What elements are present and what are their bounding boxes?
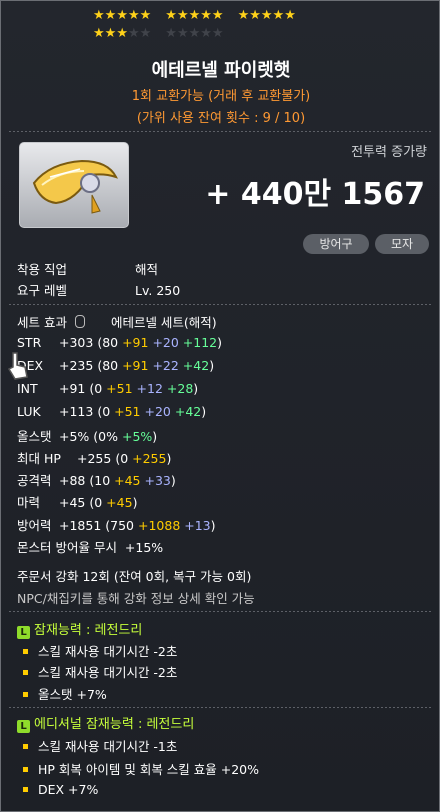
star-icon: ★ bbox=[237, 8, 250, 23]
star-icon: ★ bbox=[188, 26, 201, 41]
hand-cursor-icon bbox=[7, 352, 28, 380]
stat-row-LUK: LUK +113 (0 +51 +20 +42) bbox=[17, 404, 207, 419]
star-icon: ★ bbox=[165, 26, 177, 41]
star-force: ★★★★★ ★★★★★ ★★★★★ ★★★★★ ★★★★★ bbox=[93, 7, 310, 43]
tag-category: 방어구 bbox=[303, 234, 369, 254]
stat-row-공격력: 공격력 +88 (10 +45 +33) bbox=[17, 473, 176, 488]
enhance-info: 주문서 강화 12회 (잔여 0회, 복구 가능 0회) bbox=[17, 569, 252, 584]
divider bbox=[9, 304, 433, 305]
star-icon: ★ bbox=[93, 26, 105, 41]
additional-title: L 에디셔널 잠재능력 : 레전드리 bbox=[17, 713, 194, 733]
divider bbox=[9, 707, 433, 708]
star-icon: ★ bbox=[249, 8, 261, 23]
set-effect: 세트 효과 에테르넬 세트(해적) bbox=[17, 315, 217, 330]
star-icon: ★ bbox=[127, 8, 140, 23]
potential-line: 스킬 재사용 대기시간 -2초 bbox=[23, 662, 177, 681]
trade-info: 1회 교환가능 (거래 후 교환불가) bbox=[131, 89, 311, 104]
divider bbox=[9, 131, 433, 132]
divider bbox=[9, 611, 433, 612]
item-name: 에테르넬 파이렛햇 bbox=[151, 60, 291, 81]
eternal-pirate-hat-icon bbox=[19, 142, 129, 228]
star-icon: ★ bbox=[200, 8, 212, 23]
tag-type: 모자 bbox=[375, 234, 429, 254]
stat-row-INT: INT +91 (0 +51 +12 +28) bbox=[17, 381, 199, 396]
stat-row-올스탯: 올스탯 +5% (0% +5%) bbox=[17, 429, 158, 444]
star-icon: ★ bbox=[176, 8, 189, 23]
combat-power-value: + 440만 1567 bbox=[205, 177, 425, 212]
star-icon: ★ bbox=[139, 26, 152, 41]
star-icon: ★ bbox=[260, 8, 273, 23]
star-icon: ★ bbox=[165, 8, 177, 23]
star-icon: ★ bbox=[284, 8, 296, 23]
star-icon: ★ bbox=[116, 8, 128, 23]
additional-line: DEX +7% bbox=[23, 782, 98, 797]
stat-row-방어력: 방어력 +1851 (750 +1088 +13) bbox=[17, 518, 216, 533]
ignore-defense: 몬스터 방어율 무시 +15% bbox=[17, 540, 164, 555]
potential-line: 올스탯 +7% bbox=[23, 684, 107, 703]
star-icon: ★ bbox=[104, 26, 117, 41]
additional-line: 스킬 재사용 대기시간 -1초 bbox=[23, 736, 177, 755]
star-icon: ★ bbox=[200, 26, 212, 41]
item-tooltip: ★★★★★ ★★★★★ ★★★★★ ★★★★★ ★★★★★ 에테르넬 파이렛햇 1회 … bbox=[0, 0, 440, 812]
star-icon: ★ bbox=[104, 8, 117, 23]
stat-row-STR: STR +303 (80 +91 +20 +112) bbox=[17, 335, 223, 350]
star-icon: ★ bbox=[139, 8, 152, 23]
star-icon: ★ bbox=[211, 8, 224, 23]
legendary-badge-icon: L bbox=[17, 626, 30, 639]
stat-row-최대 HP: 최대 HP +255 (0 +255) bbox=[17, 451, 172, 466]
combat-power-label: 전투력 증가량 bbox=[351, 145, 427, 160]
potential-line: 스킬 재사용 대기시간 -2초 bbox=[23, 641, 177, 660]
star-icon: ★ bbox=[116, 26, 128, 41]
star-icon: ★ bbox=[176, 26, 189, 41]
star-icon: ★ bbox=[93, 8, 105, 23]
stat-row-DEX: DEX +235 (80 +91 +22 +42) bbox=[17, 358, 215, 373]
scissors-info: (가위 사용 잔여 횟수 : 9 / 10) bbox=[136, 111, 306, 126]
req-job: 착용 직업 해적 bbox=[17, 262, 159, 277]
stat-row-마력: 마력 +45 (0 +45) bbox=[17, 495, 138, 510]
mouse-icon bbox=[74, 315, 85, 328]
npc-note: NPC/채집키를 통해 강화 정보 상세 확인 가능 bbox=[17, 591, 255, 606]
star-icon: ★ bbox=[127, 26, 140, 41]
legendary-badge-icon: L bbox=[17, 720, 30, 733]
star-icon: ★ bbox=[188, 8, 201, 23]
star-icon: ★ bbox=[272, 8, 285, 23]
additional-line: HP 회복 아이템 및 회복 스킬 효율 +20% bbox=[23, 759, 259, 778]
req-level: 요구 레벨 Lv. 250 bbox=[17, 283, 181, 298]
star-icon: ★ bbox=[211, 26, 224, 41]
potential-title: L 잠재능력 : 레전드리 bbox=[17, 619, 142, 639]
